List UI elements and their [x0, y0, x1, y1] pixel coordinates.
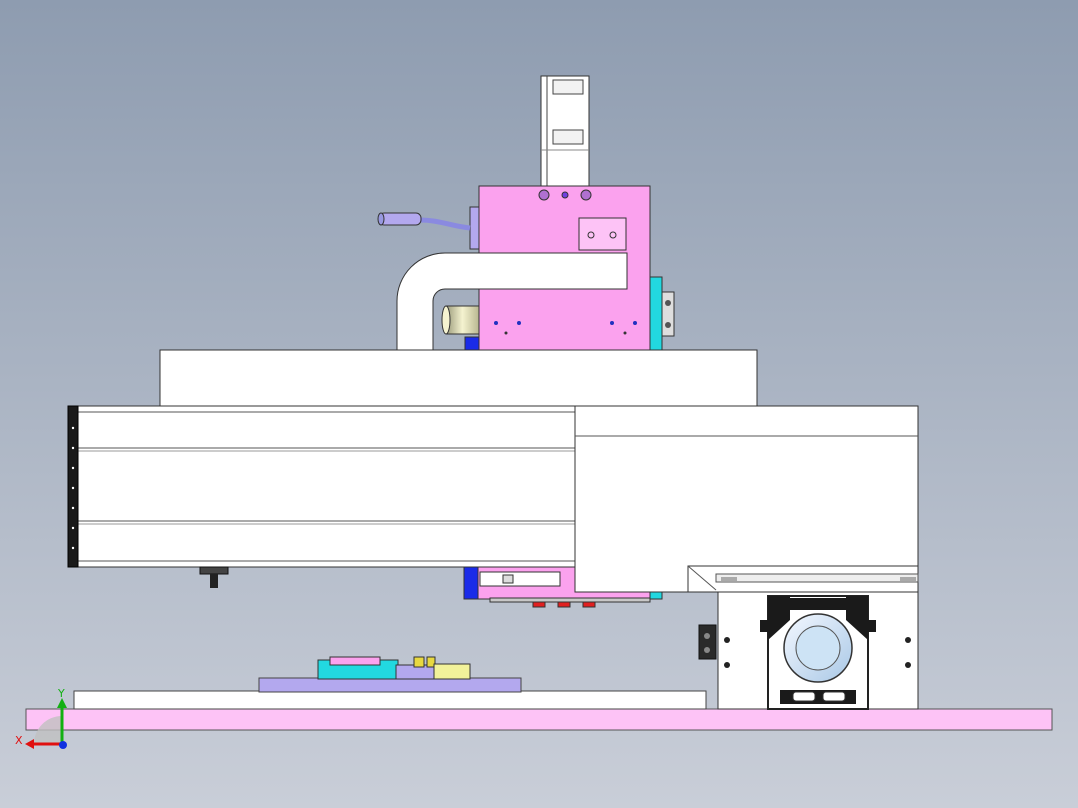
y-motor-housing[interactable]	[717, 591, 919, 710]
x-axis-beam[interactable]	[69, 405, 576, 568]
fixture-plate[interactable]	[258, 677, 522, 693]
x-beam-adjust-knob[interactable]	[199, 566, 229, 575]
x-gear-housing[interactable]	[574, 405, 919, 593]
z-sensor[interactable]	[661, 291, 675, 337]
triad-y-label: Y	[57, 687, 65, 700]
triad-z-axis	[59, 741, 67, 749]
lower-slab[interactable]	[73, 690, 707, 710]
y-limit-sensor[interactable]	[698, 624, 717, 660]
x-beam-end-cap[interactable]	[67, 405, 79, 568]
z-limit-block[interactable]	[464, 336, 480, 351]
base-plate[interactable]	[25, 708, 1053, 731]
z-guide-rail[interactable]	[649, 276, 663, 351]
upper-mount-plate[interactable]	[159, 349, 758, 407]
z-motor[interactable]	[540, 75, 590, 187]
cad-viewport[interactable]: X Y	[0, 0, 1078, 808]
triad-x-label: X	[15, 734, 23, 747]
cylinder-actuator[interactable]	[445, 305, 480, 335]
